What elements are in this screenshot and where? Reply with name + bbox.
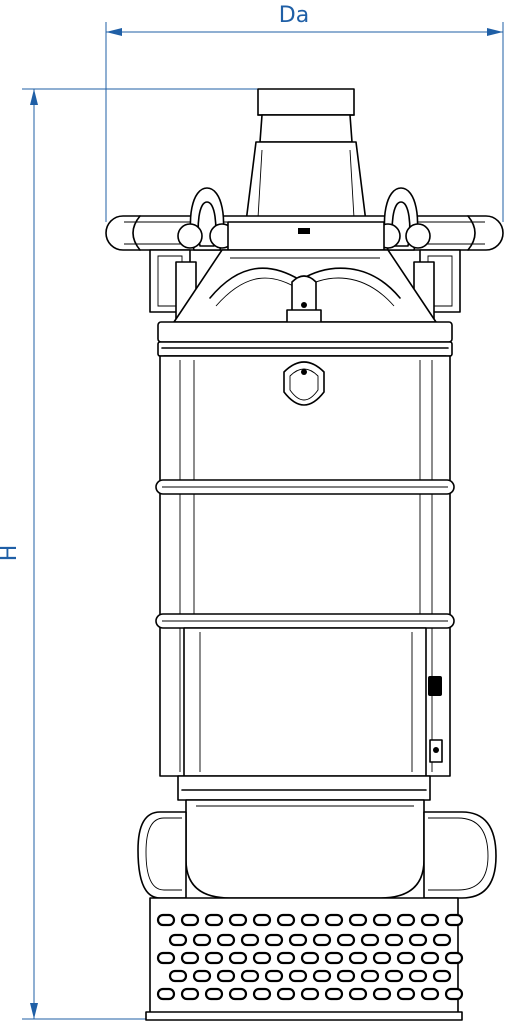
strainer-slot (384, 933, 404, 947)
strainer-slot (192, 969, 212, 983)
strainer-slot (384, 969, 404, 983)
strainer-slot (444, 913, 464, 927)
strainer-slot (396, 913, 416, 927)
h-arrow-top (30, 89, 38, 105)
strainer-slot (168, 933, 188, 947)
h-arrow-bottom (30, 1003, 38, 1019)
strainer-slot (372, 987, 392, 1001)
strainer-slot (288, 969, 308, 983)
strainer-slot (312, 933, 332, 947)
strainer-slot (336, 969, 356, 983)
strainer-slot (396, 987, 416, 1001)
side-bulge-right (423, 811, 497, 899)
strainer-slot (228, 913, 248, 927)
strainer-slot (228, 951, 248, 965)
strainer-slot (276, 987, 296, 1001)
strainer-slot (336, 933, 356, 947)
strainer-slot (252, 951, 272, 965)
strainer-slot (348, 987, 368, 1001)
strainer-slot (432, 933, 452, 947)
strainer-slot (372, 913, 392, 927)
strainer-slot (216, 969, 236, 983)
strainer-slot (240, 969, 260, 983)
strainer-slot (348, 951, 368, 965)
strainer-slot (180, 951, 200, 965)
strainer-slot (408, 933, 428, 947)
strainer-slot (420, 987, 440, 1001)
strainer-slot (348, 913, 368, 927)
lower-body (183, 627, 443, 777)
strainer-slot (156, 951, 176, 965)
strainer-slot (252, 913, 272, 927)
strainer-slot (252, 987, 272, 1001)
strainer-slot (204, 913, 224, 927)
strainer-slot (300, 951, 320, 965)
strainer-slot (324, 913, 344, 927)
strainer-slot (360, 969, 380, 983)
housing-ring-lower (155, 613, 455, 629)
strainer-slot (444, 951, 464, 965)
strainer-slot (204, 951, 224, 965)
strainer-slot (240, 933, 260, 947)
housing-ring-upper (155, 479, 455, 495)
strainer-slot (300, 913, 320, 927)
discharge-outlet (245, 88, 367, 223)
strainer-slot (228, 987, 248, 1001)
strainer-slot (324, 951, 344, 965)
strainer-slot (372, 951, 392, 965)
side-bulge-left (137, 811, 187, 899)
pump-drawing: Da H (0, 3, 504, 1021)
strainer-slot (192, 933, 212, 947)
strainer-slot (204, 987, 224, 1001)
volute-casing (177, 775, 431, 899)
strainer-slot (300, 987, 320, 1001)
strainer-slot (288, 933, 308, 947)
strainer-slot (420, 951, 440, 965)
strainer-slot (180, 913, 200, 927)
strainer-slot (216, 933, 236, 947)
strainer-slot (360, 933, 380, 947)
strainer-slot (420, 913, 440, 927)
da-arrow-right (487, 28, 503, 36)
strainer-slot (156, 987, 176, 1001)
strainer-slot (168, 969, 188, 983)
strainer-slot (264, 969, 284, 983)
strainer (145, 897, 464, 1021)
strainer-slot (396, 951, 416, 965)
strainer-slot (432, 969, 452, 983)
da-label: Da (279, 3, 309, 28)
strainer-slot (324, 987, 344, 1001)
strainer-slot (156, 913, 176, 927)
strainer-slot (276, 951, 296, 965)
strainer-slot (276, 913, 296, 927)
strainer-slot (408, 969, 428, 983)
strainer-slot (444, 987, 464, 1001)
strainer-slot (264, 933, 284, 947)
h-label: H (0, 545, 22, 562)
strainer-slot (312, 969, 332, 983)
da-arrow-left (106, 28, 122, 36)
strainer-slot (180, 987, 200, 1001)
